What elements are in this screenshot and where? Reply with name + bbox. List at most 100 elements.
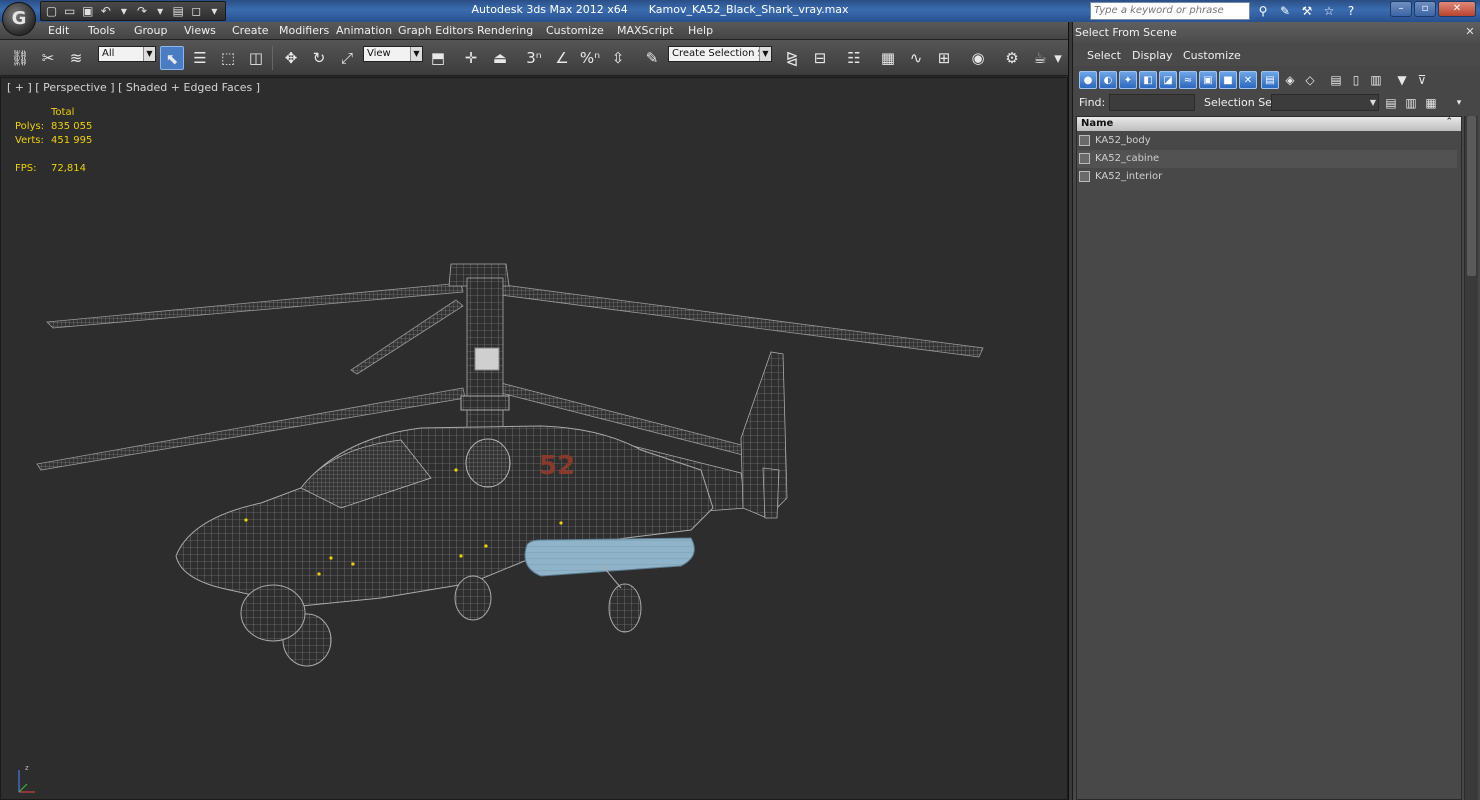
remove-selection-set-icon[interactable]: ▦	[1423, 95, 1439, 111]
display-shapes-icon[interactable]: ◐	[1099, 71, 1117, 89]
schematic-view-icon[interactable]: ⊞	[932, 46, 956, 70]
open-file-icon[interactable]: ▭	[62, 3, 77, 19]
filter-settings-icon[interactable]: ⊽	[1413, 71, 1431, 89]
menu-animation[interactable]: Animation	[336, 24, 392, 37]
snaps-toggle-icon[interactable]: 3ⁿ	[522, 46, 546, 70]
select-invert-icon[interactable]: ▥	[1367, 71, 1385, 89]
wrench-icon[interactable]: ⚒	[1298, 2, 1316, 20]
bind-space-warp-icon[interactable]: ≋	[64, 46, 88, 70]
help-icon[interactable]: ?	[1342, 2, 1360, 20]
app-logo-button[interactable]: G	[2, 2, 36, 36]
create-selection-set-icon[interactable]: ▤	[1383, 95, 1399, 111]
name-column-header[interactable]: Name ⌃	[1077, 117, 1461, 131]
angle-snap-icon[interactable]: ∠	[550, 46, 574, 70]
scene-object-list[interactable]: Name ⌃ KA52_body KA52_cabine KA52_interi…	[1076, 116, 1462, 800]
customize-dropdown-icon[interactable]: ▾	[207, 3, 222, 19]
selection-filter-dropdown[interactable]: All ▼	[98, 46, 156, 62]
select-and-link-icon[interactable]: ⛓	[8, 46, 32, 70]
find-label: Find:	[1079, 96, 1106, 109]
menu-maxscript[interactable]: MAXScript	[617, 24, 673, 37]
close-icon[interactable]: ✕	[1463, 25, 1477, 39]
edit-named-selection-icon[interactable]: ✎	[640, 46, 664, 70]
redo-dropdown-icon[interactable]: ▾	[153, 3, 168, 19]
display-helpers-icon[interactable]: ◪	[1159, 71, 1177, 89]
help-search-input[interactable]: Type a keyword or phrase	[1090, 2, 1250, 20]
maximize-button[interactable]: ▫	[1414, 1, 1436, 17]
minimize-button[interactable]: –	[1390, 1, 1412, 17]
display-space-warps-icon[interactable]: ≈	[1179, 71, 1197, 89]
selection-set-dropdown[interactable]: ▼	[1271, 94, 1379, 111]
select-all-icon[interactable]: ▤	[1327, 71, 1345, 89]
list-item[interactable]: KA52_cabine	[1077, 150, 1457, 168]
menu-views[interactable]: Views	[184, 24, 216, 37]
star-icon[interactable]: ☆	[1320, 2, 1338, 20]
panel-menu-select[interactable]: Select	[1087, 49, 1121, 62]
new-file-icon[interactable]: ▢	[44, 3, 59, 19]
pivot-center-icon[interactable]: ⬒	[426, 46, 450, 70]
scrollbar-thumb[interactable]	[1467, 116, 1476, 276]
render-setup-icon[interactable]: ⚙	[1000, 46, 1024, 70]
display-geometry-icon[interactable]: ●	[1079, 71, 1097, 89]
mirror-icon[interactable]: ⧎	[780, 46, 804, 70]
display-hidden-icon[interactable]: ◇	[1301, 71, 1319, 89]
graphite-ribbon-icon[interactable]: ▦	[876, 46, 900, 70]
percent-snap-icon[interactable]: %ⁿ	[578, 46, 602, 70]
find-input[interactable]	[1109, 94, 1195, 111]
unlink-icon[interactable]: ✂	[36, 46, 60, 70]
display-containers-icon[interactable]: ▤	[1261, 71, 1279, 89]
tools-icon[interactable]: ✎	[1276, 2, 1294, 20]
select-and-scale-icon[interactable]: ⤢	[335, 46, 359, 70]
material-editor-icon[interactable]: ◉	[966, 46, 990, 70]
project-folder-icon[interactable]: ▤	[171, 3, 186, 19]
display-xrefs-icon[interactable]: ■	[1219, 71, 1237, 89]
display-cameras-icon[interactable]: ◧	[1139, 71, 1157, 89]
perspective-viewport[interactable]: [ + ] [ Perspective ] [ Shaded + Edged F…	[0, 77, 1068, 800]
layer-manager-icon[interactable]: ☷	[842, 46, 866, 70]
display-bones-icon[interactable]: ✕	[1239, 71, 1257, 89]
helicopter-model[interactable]: 52	[1, 78, 1067, 799]
list-scrollbar[interactable]	[1464, 116, 1478, 800]
select-and-rotate-icon[interactable]: ↻	[307, 46, 331, 70]
undo-dropdown-icon[interactable]: ▾	[116, 3, 131, 19]
panel-menu-display[interactable]: Display	[1132, 49, 1173, 62]
list-item[interactable]: KA52_body	[1077, 132, 1457, 150]
rectangular-selection-icon[interactable]: ⬚	[216, 46, 240, 70]
display-groups-icon[interactable]: ▣	[1199, 71, 1217, 89]
curve-editor-icon[interactable]: ∿	[904, 46, 928, 70]
display-frozen-icon[interactable]: ◈	[1281, 71, 1299, 89]
select-and-move-icon[interactable]: ✥	[279, 46, 303, 70]
menu-create[interactable]: Create	[232, 24, 269, 37]
menu-customize[interactable]: Customize	[546, 24, 604, 37]
panel-menu-customize[interactable]: Customize	[1183, 49, 1241, 62]
named-selection-dropdown[interactable]: Create Selection Se ▼	[668, 46, 772, 62]
keyboard-shortcut-toggle-icon[interactable]: ⏏	[488, 46, 512, 70]
spinner-snap-icon[interactable]: ⇳	[606, 46, 630, 70]
window-icon[interactable]: ◻	[189, 3, 204, 19]
save-icon[interactable]: ▣	[80, 3, 95, 19]
menu-help[interactable]: Help	[688, 24, 713, 37]
close-button[interactable]: ✕	[1438, 1, 1476, 17]
undo-icon[interactable]: ↶	[98, 3, 113, 19]
window-crossing-icon[interactable]: ◫	[244, 46, 268, 70]
menu-graph-editors[interactable]: Graph Editors	[398, 24, 474, 37]
select-none-icon[interactable]: ▯	[1347, 71, 1365, 89]
menu-modifiers[interactable]: Modifiers	[279, 24, 329, 37]
filter-icon[interactable]: ▼	[1393, 71, 1411, 89]
panel-options-icon[interactable]: ▾	[1451, 95, 1467, 111]
binoculars-icon[interactable]: ⚲	[1254, 2, 1272, 20]
render-teapot-icon[interactable]: ☕	[1028, 46, 1052, 70]
select-object-icon[interactable]: ⬉	[160, 46, 184, 70]
select-by-name-icon[interactable]: ☰	[188, 46, 212, 70]
menu-rendering[interactable]: Rendering	[477, 24, 533, 37]
align-icon[interactable]: ⊟	[808, 46, 832, 70]
list-item[interactable]: KA52_interior	[1077, 168, 1457, 186]
edit-selection-set-icon[interactable]: ▥	[1403, 95, 1419, 111]
display-lights-icon[interactable]: ✦	[1119, 71, 1137, 89]
menu-edit[interactable]: Edit	[48, 24, 69, 37]
menu-group[interactable]: Group	[134, 24, 168, 37]
reference-coordinate-dropdown[interactable]: View ▼	[363, 46, 423, 62]
menu-tools[interactable]: Tools	[88, 24, 115, 37]
render-dropdown-icon[interactable]: ▾	[1050, 46, 1066, 70]
select-manipulate-icon[interactable]: ✛	[459, 46, 483, 70]
redo-icon[interactable]: ↷	[134, 3, 149, 19]
